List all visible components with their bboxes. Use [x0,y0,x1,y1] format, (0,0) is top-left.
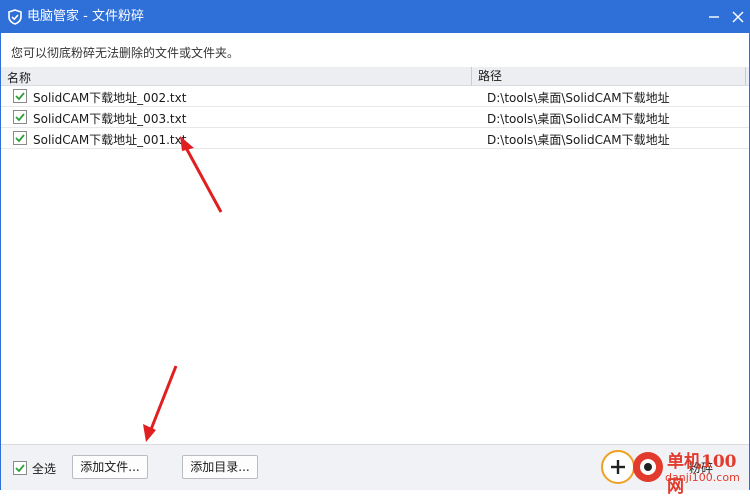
description-text: 您可以彻底粉碎无法删除的文件或文件夹。 [11,46,240,60]
file-name: SolidCAM下载地址_001.txt [33,133,187,147]
table-row[interactable]: SolidCAM下载地址_003.txt D:\tools\桌面\SolidCA… [1,107,749,128]
watermark-logo [601,450,663,484]
select-all-checkbox[interactable] [13,461,27,475]
file-path: D:\tools\桌面\SolidCAM下载地址 [487,133,670,147]
row-checkbox[interactable] [13,89,27,103]
column-divider [745,67,746,85]
file-path: D:\tools\桌面\SolidCAM下载地址 [487,91,670,105]
column-header-name[interactable]: 名称 [7,69,31,86]
select-all-label[interactable]: 全选 [32,460,56,477]
row-checkbox[interactable] [13,131,27,145]
file-path: D:\tools\桌面\SolidCAM下载地址 [487,112,670,126]
list-header: 名称 路径 [1,67,749,86]
checkmark-icon [15,464,25,473]
table-row[interactable]: SolidCAM下载地址_001.txt D:\tools\桌面\SolidCA… [1,128,749,149]
title-bar[interactable]: 电脑管家 - 文件粉碎 [1,1,749,33]
checkmark-icon [15,113,25,122]
watermark-url: danji100.com [665,471,740,484]
file-name: SolidCAM下载地址_002.txt [33,91,187,105]
minimize-icon[interactable] [704,7,724,27]
file-list[interactable]: 名称 路径 SolidCAM下载地址_002.txt D:\tools\桌面\S… [1,67,749,443]
checkmark-icon [15,92,25,101]
app-window: 电脑管家 - 文件粉碎 您可以彻底粉碎无法删除的文件或文件夹。 名称 路径 So… [0,0,750,490]
column-header-path[interactable]: 路径 [471,67,502,85]
file-name: SolidCAM下载地址_003.txt [33,112,187,126]
table-row[interactable]: SolidCAM下载地址_002.txt D:\tools\桌面\SolidCA… [1,86,749,107]
row-checkbox[interactable] [13,110,27,124]
add-file-button[interactable]: 添加文件... [72,455,148,479]
close-icon[interactable] [728,7,748,27]
add-directory-button[interactable]: 添加目录... [182,455,258,479]
window-title: 电脑管家 - 文件粉碎 [27,9,144,24]
shield-icon [8,9,22,25]
checkmark-icon [15,134,25,143]
